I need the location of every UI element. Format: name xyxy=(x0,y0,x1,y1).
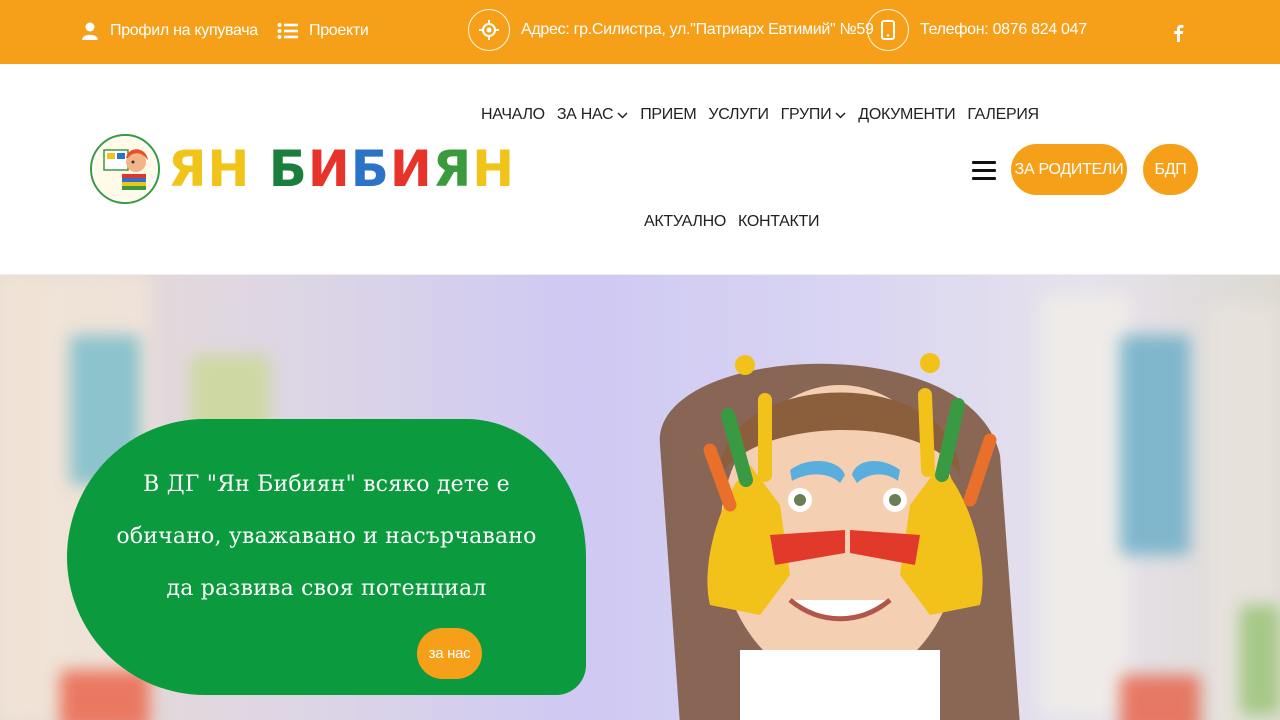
hero-message-line: В ДГ "Ян Бибиян" всяко дете е xyxy=(143,472,510,497)
nav-item-services[interactable]: УСЛУГИ xyxy=(708,106,769,124)
chevron-down-icon xyxy=(835,111,846,119)
nav-item-home[interactable]: НАЧАЛО xyxy=(481,106,545,124)
about-us-button[interactable]: за нас xyxy=(417,628,482,679)
background-shelf xyxy=(1120,675,1200,720)
logo-letter: Б xyxy=(268,140,308,198)
background-shelf xyxy=(1120,335,1190,555)
nav-item-documents[interactable]: ДОКУМЕНТИ xyxy=(858,106,955,124)
logo-emblem xyxy=(90,134,160,204)
site-header: ЯН БИБИЯН НАЧАЛО ЗА НАС ПРИЕМ УСЛУГИ ГРУ… xyxy=(0,64,1280,275)
projects-link[interactable]: Проекти xyxy=(277,0,369,63)
phone-label: Телефон: 0876 824 047 xyxy=(920,21,1087,38)
list-icon xyxy=(277,22,299,40)
logo-letter xyxy=(250,140,268,198)
nav-item-contacts[interactable]: КОНТАКТИ xyxy=(737,213,820,231)
hamburger-menu-icon[interactable] xyxy=(972,161,996,181)
top-bar: Профил на купувача Проекти Адрес: гр.Сил… xyxy=(0,0,1280,64)
logo-letter: Б xyxy=(350,140,390,198)
chevron-down-icon xyxy=(617,111,628,119)
for-parents-button[interactable]: ЗА РОДИТЕЛИ xyxy=(1011,144,1127,195)
location-target-icon xyxy=(468,9,510,51)
nav-item-groups[interactable]: ГРУПИ xyxy=(781,106,847,124)
nav-item-label: УСЛУГИ xyxy=(708,106,769,123)
hero-message: В ДГ "Ян Бибиян" всяко дете е обичано, у… xyxy=(67,459,586,615)
child-with-painted-hands-image xyxy=(659,353,1020,720)
logo-wordmark: ЯН БИБИЯН xyxy=(168,144,515,194)
nav-item-label: ПРИЕМ xyxy=(640,106,697,123)
phone-info[interactable]: Телефон: 0876 824 047 xyxy=(867,0,1087,62)
nav-item-label: ГРУПИ xyxy=(780,106,832,123)
nav-item-label: НАЧАЛО xyxy=(481,106,545,123)
nav-item-label: ДОКУМЕНТИ xyxy=(858,106,956,123)
main-nav-row-1: НАЧАЛО ЗА НАС ПРИЕМ УСЛУГИ ГРУПИ ДОКУМЕН… xyxy=(481,106,1039,124)
buyer-profile-link[interactable]: Профил на купувача xyxy=(80,0,258,63)
logo-letter: Я xyxy=(168,140,208,198)
background-shelf xyxy=(1240,605,1280,715)
logo-letter: Я xyxy=(432,140,473,198)
logo-letter: И xyxy=(389,140,433,198)
bdp-button[interactable]: БДП xyxy=(1143,144,1198,195)
logo-letter: Н xyxy=(472,140,516,198)
logo-letter: И xyxy=(307,140,351,198)
nav-item-label: КОНТАКТИ xyxy=(737,213,820,230)
hero-message-line: да развива своя потенциал xyxy=(166,576,487,601)
hero-message-card: В ДГ "Ян Бибиян" всяко дете е обичано, у… xyxy=(67,419,586,695)
site-logo[interactable]: ЯН БИБИЯН xyxy=(90,134,515,204)
address-label: Адрес: гр.Силистра, ул."Патриарх Евтимий… xyxy=(521,21,874,38)
buyer-profile-label: Профил на купувача xyxy=(110,22,258,39)
facebook-link[interactable] xyxy=(1172,3,1184,67)
hero-banner: В ДГ "Ян Бибиян" всяко дете е обичано, у… xyxy=(0,275,1280,720)
nav-item-label: ЗА НАС xyxy=(556,106,614,123)
nav-item-label: АКТУАЛНО xyxy=(644,213,726,230)
facebook-icon xyxy=(1172,24,1184,47)
main-nav-row-2: АКТУАЛНО КОНТАКТИ xyxy=(644,213,820,231)
mobile-phone-icon xyxy=(867,9,909,51)
user-icon xyxy=(80,21,100,41)
nav-item-gallery[interactable]: ГАЛЕРИЯ xyxy=(967,106,1039,124)
background-shelf xyxy=(60,670,150,720)
address-info: Адрес: гр.Силистра, ул."Патриарх Евтимий… xyxy=(468,0,874,62)
nav-item-label: ГАЛЕРИЯ xyxy=(967,106,1039,123)
logo-letter: Н xyxy=(207,140,251,198)
nav-item-news[interactable]: АКТУАЛНО xyxy=(644,213,726,231)
background-shelf xyxy=(1040,295,1130,715)
projects-label: Проекти xyxy=(309,22,369,39)
nav-item-about[interactable]: ЗА НАС xyxy=(557,106,628,124)
hero-message-line: обичано, уважавано и насърчавано xyxy=(116,524,537,549)
nav-item-admission[interactable]: ПРИЕМ xyxy=(640,106,696,124)
